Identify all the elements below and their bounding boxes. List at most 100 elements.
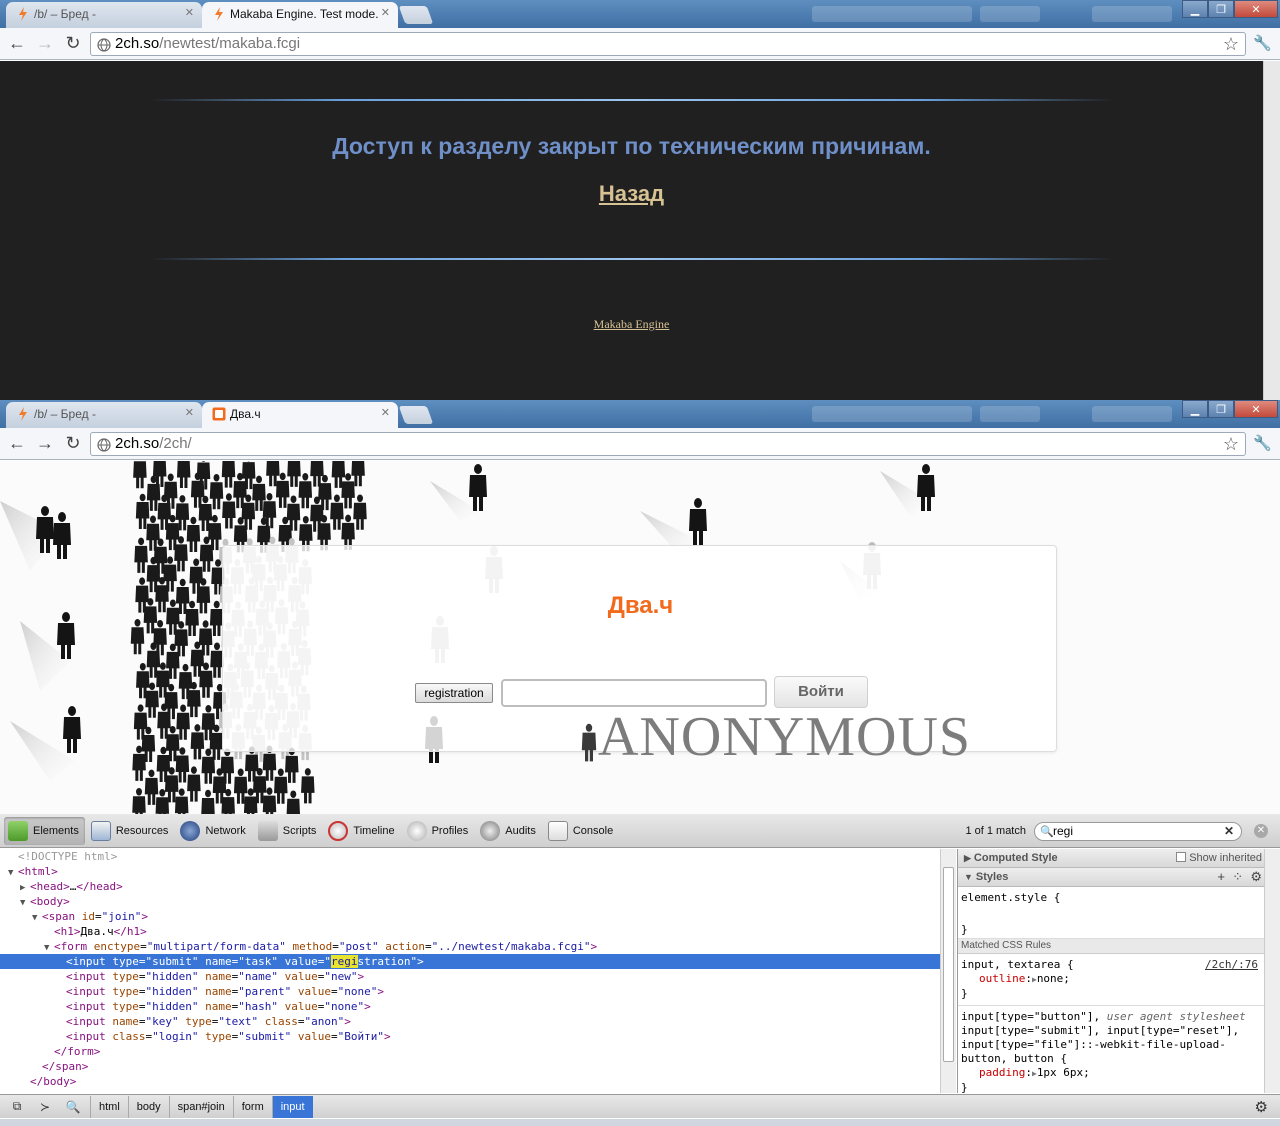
- devtools-status-bar: ⧉ ≻ 🔍 html body span#join form input ⚙: [0, 1094, 1280, 1118]
- minimize-icon[interactable]: ▁: [1182, 400, 1208, 418]
- rule-source-link[interactable]: /2ch/:76: [1205, 958, 1258, 972]
- maximize-icon[interactable]: ❐: [1208, 0, 1234, 18]
- reload-icon[interactable]: ↻: [62, 433, 84, 455]
- tab-title: /b/ – Бред -: [34, 7, 96, 21]
- globe-icon: [97, 38, 111, 52]
- dom-node[interactable]: <input class="login" type="submit" value…: [0, 1029, 940, 1044]
- dom-node[interactable]: ▼ <body>: [0, 894, 940, 909]
- dock-icon[interactable]: ⧉: [6, 1097, 28, 1117]
- dom-node[interactable]: <input name="key" type="text" class="ano…: [0, 1014, 940, 1029]
- dom-node[interactable]: <input type="hidden" name="parent" value…: [0, 984, 940, 999]
- back-arrow-icon[interactable]: ←: [6, 33, 28, 55]
- lightning-icon: [19, 407, 27, 421]
- tab-console[interactable]: Console: [544, 817, 619, 845]
- dom-node[interactable]: ▶ <head>…</head>: [0, 879, 940, 894]
- key-input[interactable]: [501, 679, 767, 707]
- breadcrumb-html[interactable]: html: [90, 1095, 128, 1118]
- dom-node[interactable]: <!DOCTYPE html>: [0, 849, 940, 864]
- registration-button[interactable]: registration: [415, 683, 493, 703]
- dom-node[interactable]: <input type="hidden" name="hash" value="…: [0, 999, 940, 1014]
- tab-timeline[interactable]: Timeline: [324, 817, 400, 845]
- tab-elements[interactable]: Elements: [4, 816, 85, 845]
- forward-arrow-icon[interactable]: →: [34, 33, 56, 55]
- wrench-icon[interactable]: 🔧: [1253, 434, 1272, 452]
- show-inherited-toggle[interactable]: Show inherited: [1176, 852, 1262, 864]
- dom-node[interactable]: ▼ <html>: [0, 864, 940, 879]
- tab-b[interactable]: /b/ – Бред - ✕: [6, 402, 202, 428]
- close-icon[interactable]: ✕: [185, 406, 194, 419]
- bookmark-star-icon[interactable]: ☆: [1223, 434, 1239, 455]
- dom-node-selected[interactable]: <input type="submit" name="task" value="…: [0, 954, 940, 969]
- element-state-icon[interactable]: ⁘: [1232, 869, 1243, 884]
- reload-icon[interactable]: ↻: [62, 33, 84, 55]
- back-link[interactable]: Назад: [0, 181, 1263, 207]
- tab-label: Network: [205, 824, 246, 837]
- tab-audits[interactable]: Audits: [476, 817, 542, 845]
- breadcrumb-form[interactable]: form: [232, 1095, 272, 1118]
- maximize-icon[interactable]: ❐: [1208, 400, 1234, 418]
- wrench-icon[interactable]: 🔧: [1253, 34, 1272, 52]
- dom-node[interactable]: ▼ <form enctype="multipart/form-data" met…: [0, 939, 940, 954]
- close-icon[interactable]: ✕: [185, 6, 194, 19]
- new-tab-button[interactable]: [398, 406, 434, 424]
- close-icon[interactable]: ✕: [381, 6, 390, 19]
- address-bar[interactable]: 2ch.so/2ch/ ☆: [90, 432, 1246, 456]
- forward-arrow-icon[interactable]: →: [34, 433, 56, 455]
- tab-scripts[interactable]: Scripts: [254, 817, 323, 845]
- search-input[interactable]: 🔍 regi ✕: [1034, 822, 1242, 841]
- engine-link[interactable]: Makaba Engine: [0, 317, 1263, 332]
- url-host: 2ch.so: [115, 35, 160, 52]
- window-close-icon[interactable]: ✕: [1234, 400, 1278, 418]
- computed-style-header[interactable]: ▶ Computed Style Show inherited: [958, 849, 1280, 868]
- dom-node[interactable]: <h1>Два.ч</h1>: [0, 924, 940, 939]
- element-style-rule[interactable]: element.style { }: [958, 887, 1280, 939]
- breadcrumb-span[interactable]: span#join: [168, 1095, 233, 1118]
- breadcrumb-input[interactable]: input: [271, 1095, 313, 1118]
- console-toggle-icon[interactable]: ≻: [34, 1097, 56, 1117]
- address-bar[interactable]: 2ch.so/newtest/makaba.fcgi ☆: [90, 32, 1246, 56]
- new-tab-button[interactable]: [398, 6, 434, 24]
- dom-tree[interactable]: <!DOCTYPE html> ▼ <html> ▶ <head>…</head> …: [0, 849, 940, 1093]
- scrollbar-thumb[interactable]: [943, 867, 954, 1062]
- gear-icon[interactable]: ⚙: [1250, 869, 1262, 884]
- window-controls: ▁ ❐ ✕: [1182, 400, 1278, 418]
- css-rule[interactable]: input[type="button"], user agent stylesh…: [958, 1006, 1280, 1093]
- settings-gear-icon[interactable]: ⚙: [1255, 1098, 1268, 1116]
- tab-b[interactable]: /b/ – Бред - ✕: [6, 2, 202, 28]
- dom-scrollbar[interactable]: [940, 849, 956, 1093]
- styles-header[interactable]: ▼ Styles + ⁘ ⚙: [958, 868, 1280, 887]
- dom-node[interactable]: <input type="hidden" name="name" value="…: [0, 969, 940, 984]
- timeline-icon: [328, 820, 349, 841]
- minimize-icon[interactable]: ▁: [1182, 0, 1208, 18]
- tab-title: Makaba Engine. Test mode.: [230, 7, 379, 21]
- back-arrow-icon[interactable]: ←: [6, 433, 28, 455]
- close-devtools-icon[interactable]: ✕: [1254, 824, 1268, 838]
- dom-node[interactable]: </span>: [0, 1059, 940, 1074]
- tab-resources[interactable]: Resources: [87, 817, 175, 845]
- add-rule-icon[interactable]: +: [1217, 869, 1225, 884]
- tab-profiles[interactable]: Profiles: [403, 817, 475, 845]
- breadcrumb-body[interactable]: body: [127, 1095, 169, 1118]
- elements-icon: [8, 820, 28, 841]
- tab-network[interactable]: Network: [176, 817, 251, 845]
- bookmark-star-icon[interactable]: ☆: [1223, 34, 1239, 55]
- clear-search-icon[interactable]: ✕: [1224, 824, 1234, 838]
- inspect-search-icon[interactable]: 🔍: [62, 1097, 84, 1117]
- css-rule[interactable]: input, textarea { /2ch/:76 outline:▶none…: [958, 954, 1280, 1006]
- dom-node[interactable]: ▼ <span id="join">: [0, 909, 940, 924]
- close-icon[interactable]: ✕: [381, 406, 390, 419]
- scrollbar[interactable]: [1263, 61, 1280, 400]
- search-value: regi: [1053, 824, 1074, 838]
- login-button[interactable]: Войти: [774, 676, 868, 708]
- browser-window-top: /b/ – Бред - ✕ Makaba Engine. Test mode.…: [0, 0, 1280, 60]
- window-close-icon[interactable]: ✕: [1234, 0, 1278, 18]
- tab-dvach[interactable]: Два.ч ✕: [202, 402, 398, 428]
- search-icon: 🔍: [1040, 826, 1054, 838]
- dom-node[interactable]: </body>: [0, 1074, 940, 1089]
- tab-makaba[interactable]: Makaba Engine. Test mode. ✕: [202, 2, 398, 28]
- styles-scrollbar[interactable]: [1264, 849, 1280, 1093]
- dom-node[interactable]: </form>: [0, 1044, 940, 1059]
- dvach-logo-icon: [212, 407, 226, 421]
- expanded-triangle-icon: ▼: [964, 872, 973, 882]
- checkbox[interactable]: [1176, 852, 1187, 862]
